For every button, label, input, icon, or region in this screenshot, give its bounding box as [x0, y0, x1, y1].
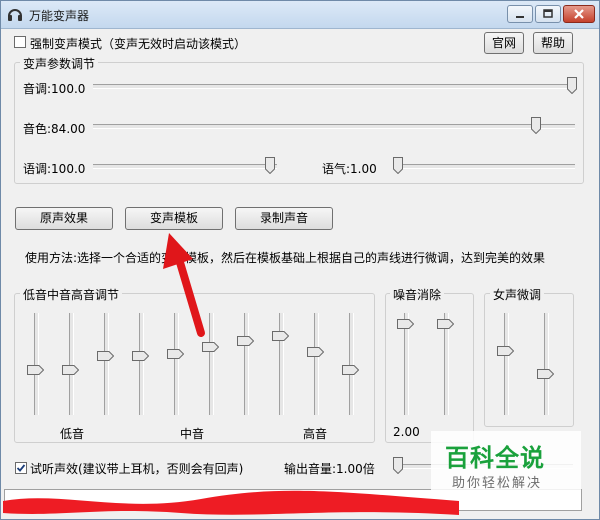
eq-slider-thumb[interactable] [202, 341, 220, 352]
pitch-label: 音调:100.0 [23, 82, 86, 96]
female-group-title: 女声微调 [490, 286, 545, 303]
eq-slider-thumb[interactable] [167, 348, 185, 359]
speed-slider-thumb[interactable] [265, 157, 275, 174]
listen-checkbox[interactable] [15, 462, 27, 474]
listen-label: 试听声效(建议带上耳机，否则会有回声) [30, 462, 244, 476]
force-mode-label: 强制变声模式（变声无效时启动该模式） [30, 37, 247, 51]
eq-slider-track[interactable] [314, 313, 319, 415]
eq-low-label: 低音 [60, 427, 85, 441]
maximize-button[interactable] [535, 5, 561, 23]
tone-slider-thumb[interactable] [393, 157, 403, 174]
check-icon [16, 464, 26, 472]
tone-slider-track[interactable] [393, 164, 575, 169]
force-mode-checkbox[interactable] [14, 36, 26, 48]
watermark-logo-text: 百科全说 [445, 444, 545, 472]
eq-group-title: 低音中音高音调节 [20, 286, 123, 303]
record-sound-button[interactable]: 录制声音 [235, 207, 333, 230]
close-button[interactable] [563, 5, 595, 23]
app-window: 万能变声器 强制变声模式（变声无效时启动该模式） 官网 帮助 变声参数调节 音调… [0, 0, 600, 520]
eq-slider-thumb[interactable] [342, 364, 360, 375]
eq-slider-thumb[interactable] [27, 364, 45, 375]
female-slider-track[interactable] [544, 313, 549, 415]
female-slider-thumb[interactable] [537, 368, 555, 380]
female-slider-thumb[interactable] [497, 345, 515, 357]
noise-slider-thumb[interactable] [397, 318, 415, 329]
help-button[interactable]: 帮助 [533, 32, 573, 54]
pitch-slider-track[interactable] [93, 84, 575, 89]
red-arrow-annotation [163, 233, 205, 337]
voice-template-button[interactable]: 变声模板 [125, 207, 223, 230]
original-sound-button[interactable]: 原声效果 [15, 207, 113, 230]
red-scribble-overlay [3, 490, 459, 515]
eq-mid-label: 中音 [180, 427, 205, 441]
usage-text: 使用方法:选择一个合适的变声模板，然后在模板基础上根据自己的声线进行微调，达到完… [25, 251, 546, 265]
pitch-slider-thumb[interactable] [567, 77, 577, 94]
eq-high-label: 高音 [303, 427, 328, 441]
website-button[interactable]: 官网 [484, 32, 524, 54]
watermark-subtext: 助你轻松解决 [452, 476, 543, 491]
volume-label: 输出音量:1.00倍 [284, 462, 375, 476]
title-bar[interactable]: 万能变声器 [1, 1, 599, 29]
timbre-slider-track[interactable] [93, 124, 575, 129]
eq-slider-thumb[interactable] [97, 350, 115, 361]
female-slider-track[interactable] [504, 313, 509, 415]
timbre-slider-thumb[interactable] [531, 117, 542, 134]
eq-slider-thumb[interactable] [272, 330, 290, 341]
tone-label: 语气:1.00 [322, 162, 377, 176]
window-title: 万能变声器 [29, 9, 90, 23]
eq-slider-thumb[interactable] [62, 364, 80, 375]
noise-slider-thumb[interactable] [437, 318, 455, 329]
eq-slider-track[interactable] [244, 313, 249, 415]
speed-label: 语调:100.0 [23, 162, 86, 176]
params-group-title: 变声参数调节 [20, 55, 99, 72]
maximize-icon [543, 9, 553, 18]
noise-group [385, 293, 474, 443]
volume-slider-thumb[interactable] [393, 457, 403, 474]
eq-slider-thumb[interactable] [237, 335, 255, 347]
timbre-label: 音色:84.00 [23, 122, 86, 136]
close-icon [574, 9, 584, 19]
eq-slider-thumb[interactable] [307, 346, 325, 358]
noise-group-title: 噪音消除 [390, 286, 445, 303]
eq-slider-track[interactable] [139, 313, 144, 415]
minimize-icon [516, 16, 524, 18]
female-group [484, 293, 574, 427]
minimize-button[interactable] [507, 5, 533, 23]
eq-slider-track[interactable] [104, 313, 109, 415]
noise-value-label: 2.00 [393, 425, 420, 439]
speed-slider-track[interactable] [93, 164, 277, 169]
eq-slider-thumb[interactable] [132, 350, 150, 361]
eq-slider-track[interactable] [279, 313, 284, 415]
headphone-icon [7, 6, 23, 22]
